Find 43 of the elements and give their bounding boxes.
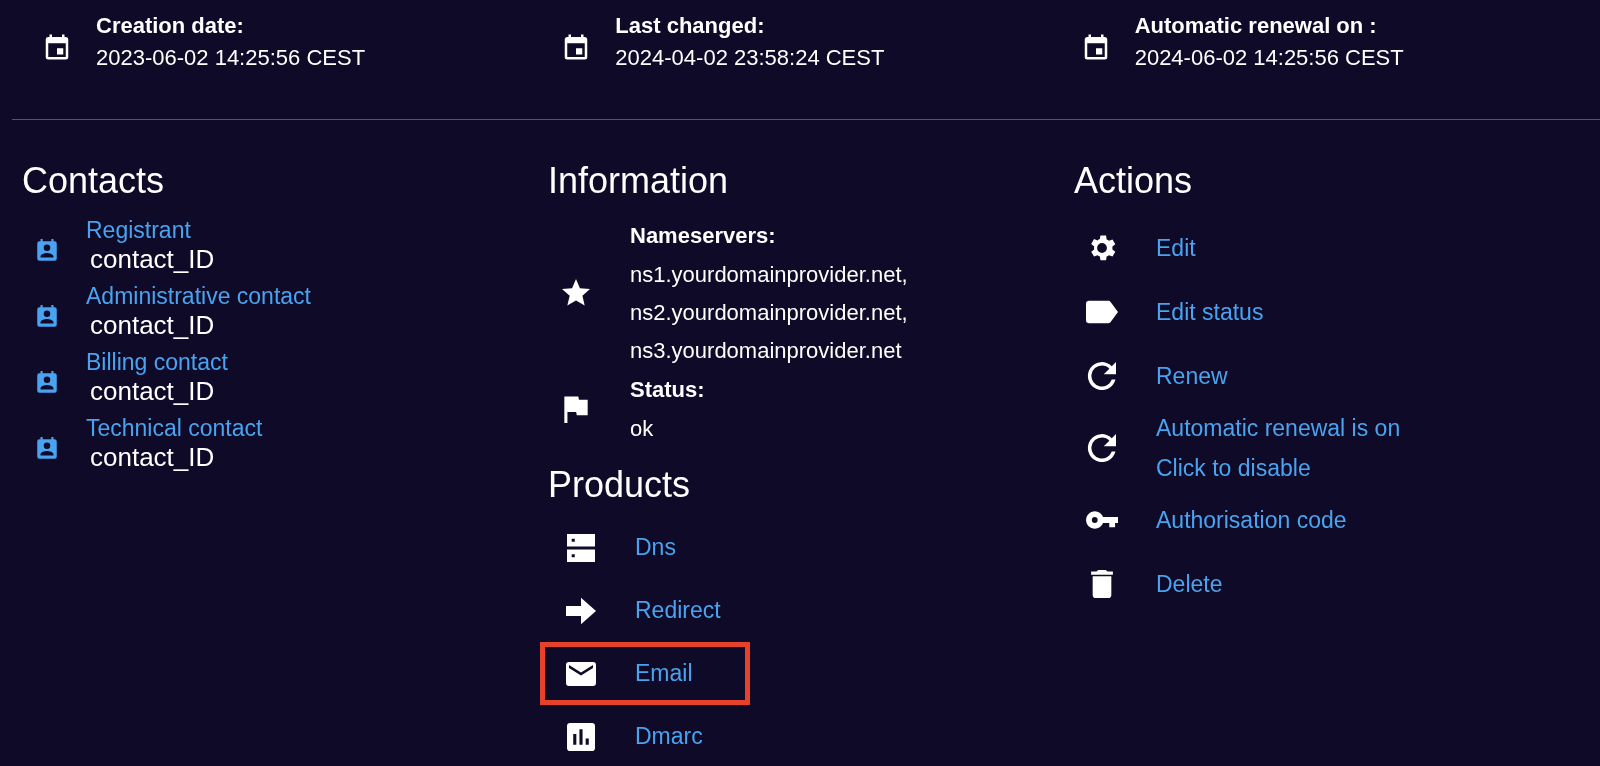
flag-icon [561,395,591,423]
refresh-icon [1086,434,1118,462]
section-heading: Products [548,464,692,506]
contact-id: contact_ID [90,243,215,276]
star-icon [561,279,591,307]
product-link[interactable]: Dmarc [635,723,703,750]
contact-link[interactable]: Administrative contact [86,282,311,310]
action-link[interactable]: Delete [1156,564,1223,604]
date-label: Creation date: [96,12,245,40]
section-heading: Contacts [22,160,166,202]
info-label: Status: [630,376,705,404]
action-link[interactable]: Edit status [1156,292,1264,332]
contact-id: contact_ID [90,309,216,342]
product-link[interactable]: Email [635,660,693,687]
date-label: Last changed: [615,12,766,40]
info-label: Nameservers: [630,222,777,250]
action-link[interactable]: Automatic renewal is on Click to disable [1156,408,1401,488]
tag-icon [1086,298,1118,326]
section-heading: Actions [1074,160,1194,202]
info-value: ns3.yourdomainprovider.net [630,337,903,365]
info-value: ns2.yourdomainprovider.net, [630,299,908,327]
envelope-icon [566,659,596,688]
date-value: 2023-06-02 14:25:56 CEST [96,44,366,72]
refresh-icon [1086,362,1118,390]
product-link[interactable]: Dns [635,534,676,561]
date-value: 2024-06-02 14:25:56 CEST [1134,44,1404,72]
contact-link[interactable]: Technical contact [86,414,263,442]
contact-id: contact_ID [90,441,216,474]
contact-link[interactable]: Registrant [86,216,215,244]
section-heading: Information [548,160,730,202]
date-label: Automatic renewal on : [1134,12,1378,40]
arrow-icon [566,596,596,625]
contact-link[interactable]: Billing contact [86,348,228,376]
contact-id: contact_ID [90,375,216,408]
info-value: ns1.yourdomainprovider.net, [630,261,908,289]
bar-chart-icon [566,722,596,751]
product-link[interactable]: Redirect [635,597,721,624]
info-value: ok [630,415,655,443]
date-value: 2024-04-02 23:58:24 CEST [615,44,885,72]
action-link[interactable]: Edit [1156,228,1196,268]
action-link[interactable]: Authorisation code [1156,500,1347,540]
server-icon [566,533,596,562]
action-link[interactable]: Renew [1156,356,1228,396]
